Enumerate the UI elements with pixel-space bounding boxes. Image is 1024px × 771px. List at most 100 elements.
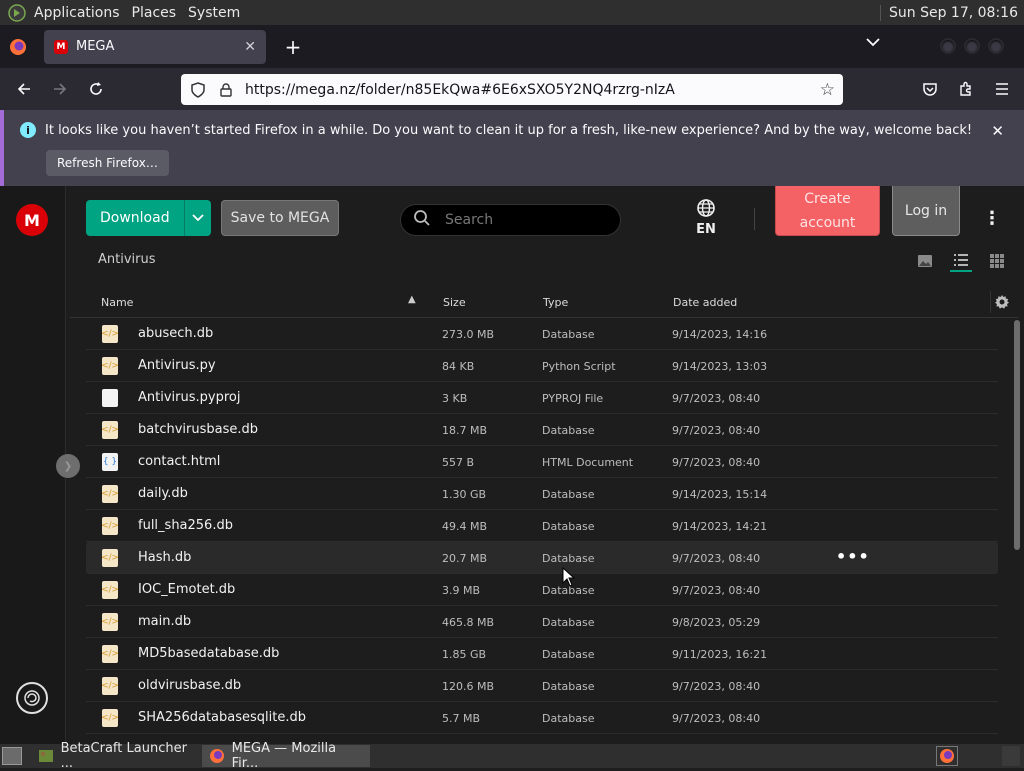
taskbar-item-firefox[interactable]: MEGA — Mozilla Fir... — [202, 741, 370, 771]
lock-icon[interactable] — [215, 79, 237, 101]
database-file-icon: </> — [101, 613, 119, 631]
file-name: IOC_Emotet.db — [138, 582, 236, 597]
download-label[interactable]: Download — [86, 200, 185, 236]
forward-arrow-icon[interactable] — [46, 75, 74, 103]
database-file-icon: </> — [101, 325, 119, 343]
table-row[interactable]: Antivirus.pyproj 3 KB PYPROJ File 9/7/2023,… — [86, 382, 998, 414]
minimize-window-button[interactable] — [940, 38, 956, 54]
table-row[interactable]: { } contact.html 557 B HTML Document 9/7/202… — [86, 446, 998, 478]
toolbar-right-icons — [916, 75, 1016, 103]
url-bar[interactable]: https://mega.nz/folder/n85EkQwa#6E6xSXO5… — [181, 74, 843, 105]
firefox-icon[interactable] — [0, 25, 36, 68]
table-row[interactable]: </> daily.db 1.30 GB Database 9/14/2023, 15:… — [86, 478, 998, 510]
taskbar-item-betacraft[interactable]: BetaCraft Launcher ... — [32, 741, 198, 771]
list-all-tabs-chevron-icon[interactable] — [866, 35, 880, 51]
bookmark-star-icon[interactable]: ☆ — [820, 80, 835, 100]
table-row[interactable]: </> IOC_Emotet.db 3.9 MB Database 9/7/2023, … — [86, 574, 998, 606]
shield-icon[interactable] — [187, 79, 209, 101]
mega-page: M ❯ Download Save to MEGA EN — [0, 186, 1024, 744]
sidebar-collapse-handle-icon[interactable]: ❯ — [56, 454, 80, 478]
table-row[interactable]: </> full_sha256.db 49.4 MB Database 9/14/202… — [86, 510, 998, 542]
extensions-icon[interactable] — [952, 75, 980, 103]
download-options-chevron-icon[interactable] — [185, 200, 211, 236]
file-type: Database — [542, 680, 595, 693]
column-header-size[interactable]: Size — [443, 296, 466, 309]
file-list-scrollbar[interactable] — [1014, 320, 1020, 550]
toolbar-divider — [754, 208, 755, 230]
mega-logo[interactable]: M — [16, 204, 48, 236]
login-button[interactable]: Log in — [892, 186, 960, 236]
table-row[interactable]: </> oldvirusbase.db 120.6 MB Database 9/7/20… — [86, 670, 998, 702]
clock[interactable]: Sun Sep 17, 08:16 — [880, 4, 1024, 21]
file-size: 1.30 GB — [442, 488, 487, 501]
table-row[interactable]: </> SHA256databasesqlite.db 5.7 MB Database… — [86, 702, 998, 734]
file-size: 84 KB — [442, 360, 475, 373]
download-button[interactable]: Download — [86, 200, 211, 236]
pocket-icon[interactable] — [916, 75, 944, 103]
file-date: 9/11/2023, 16:21 — [672, 648, 768, 661]
file-type: Database — [542, 520, 595, 533]
grid-view-icon[interactable] — [986, 250, 1008, 272]
file-date: 9/8/2023, 05:29 — [672, 616, 761, 629]
breadcrumb[interactable]: Antivirus — [98, 252, 156, 267]
table-row[interactable]: </> Antivirus.py 84 KB Python Script 9/14/20… — [86, 350, 998, 382]
language-selector[interactable]: EN — [690, 198, 722, 237]
search-input[interactable] — [445, 212, 595, 228]
tray-firefox-icon[interactable] — [936, 746, 958, 766]
close-window-button[interactable] — [988, 38, 1004, 54]
create-account-button[interactable]: Create account — [775, 186, 880, 236]
file-type: Database — [542, 552, 595, 565]
file-type: Database — [542, 712, 595, 725]
save-to-mega-button[interactable]: Save to MEGA — [221, 200, 339, 236]
mega-toolbar: Download Save to MEGA EN Create account — [66, 186, 1024, 246]
firefox-icon — [208, 748, 226, 764]
table-row[interactable]: </> abusech.db 273.0 MB Database 9/14/2023, … — [86, 318, 998, 350]
tray-area — [1002, 746, 1020, 766]
file-size: 18.7 MB — [442, 424, 488, 437]
column-header-type[interactable]: Type — [543, 296, 568, 309]
file-name: contact.html — [138, 454, 221, 469]
system-menu[interactable]: System — [182, 5, 246, 21]
close-notification-icon[interactable]: ✕ — [991, 122, 1004, 140]
places-menu[interactable]: Places — [126, 5, 183, 21]
file-size: 49.4 MB — [442, 520, 488, 533]
file-date: 9/7/2023, 08:40 — [672, 552, 761, 565]
gnome-menu-icon[interactable] — [6, 2, 28, 24]
column-settings-gear-icon[interactable] — [990, 291, 1012, 313]
url-text[interactable]: https://mega.nz/folder/n85EkQwa#6E6xSXO5… — [245, 82, 675, 98]
maximize-window-button[interactable] — [964, 38, 980, 54]
row-more-options-icon[interactable]: ••• — [836, 547, 870, 566]
tab-mega[interactable]: M MEGA ✕ — [44, 29, 266, 64]
table-row[interactable]: </> Hash.db 20.7 MB Database 9/7/2023, 08:40… — [86, 542, 998, 574]
refresh-firefox-button[interactable]: Refresh Firefox… — [46, 150, 169, 176]
navigation-bar: https://mega.nz/folder/n85EkQwa#6E6xSXO5… — [0, 68, 1024, 110]
reload-icon[interactable] — [82, 75, 110, 103]
hamburger-menu-icon[interactable] — [988, 75, 1016, 103]
list-view-icon[interactable] — [950, 250, 972, 272]
database-file-icon: </> — [101, 645, 119, 663]
table-row[interactable]: </> main.db 465.8 MB Database 9/8/2023, 05:2… — [86, 606, 998, 638]
back-arrow-icon[interactable] — [10, 75, 38, 103]
mega-content: Download Save to MEGA EN Create account — [66, 186, 1024, 744]
column-header-name[interactable]: Name — [101, 296, 133, 309]
database-file-icon: </> — [101, 709, 119, 727]
column-header-date[interactable]: Date added — [673, 296, 737, 309]
show-desktop-button[interactable] — [2, 747, 22, 765]
media-view-icon[interactable] — [914, 250, 936, 272]
breadcrumb-row: Antivirus — [66, 246, 1024, 286]
sort-ascending-icon[interactable]: ▲ — [408, 294, 416, 305]
file-name: MD5basedatabase.db — [138, 646, 280, 661]
file-rows: </> abusech.db 273.0 MB Database 9/14/2023, … — [86, 318, 998, 734]
file-size: 20.7 MB — [442, 552, 488, 565]
more-options-icon[interactable]: ⋮ — [983, 208, 1001, 229]
table-row[interactable]: </> MD5basedatabase.db 1.85 GB Database 9/11… — [86, 638, 998, 670]
search-box[interactable] — [400, 204, 621, 236]
file-date: 9/7/2023, 08:40 — [672, 584, 761, 597]
applications-menu[interactable]: Applications — [28, 5, 126, 21]
close-tab-icon[interactable]: ✕ — [244, 39, 256, 55]
new-tab-button[interactable]: + — [278, 32, 308, 62]
achievements-icon[interactable] — [16, 682, 48, 714]
table-row[interactable]: </> batchvirusbase.db 18.7 MB Database 9/7/2… — [86, 414, 998, 446]
file-size: 3 KB — [442, 392, 468, 405]
file-size: 557 B — [442, 456, 475, 469]
